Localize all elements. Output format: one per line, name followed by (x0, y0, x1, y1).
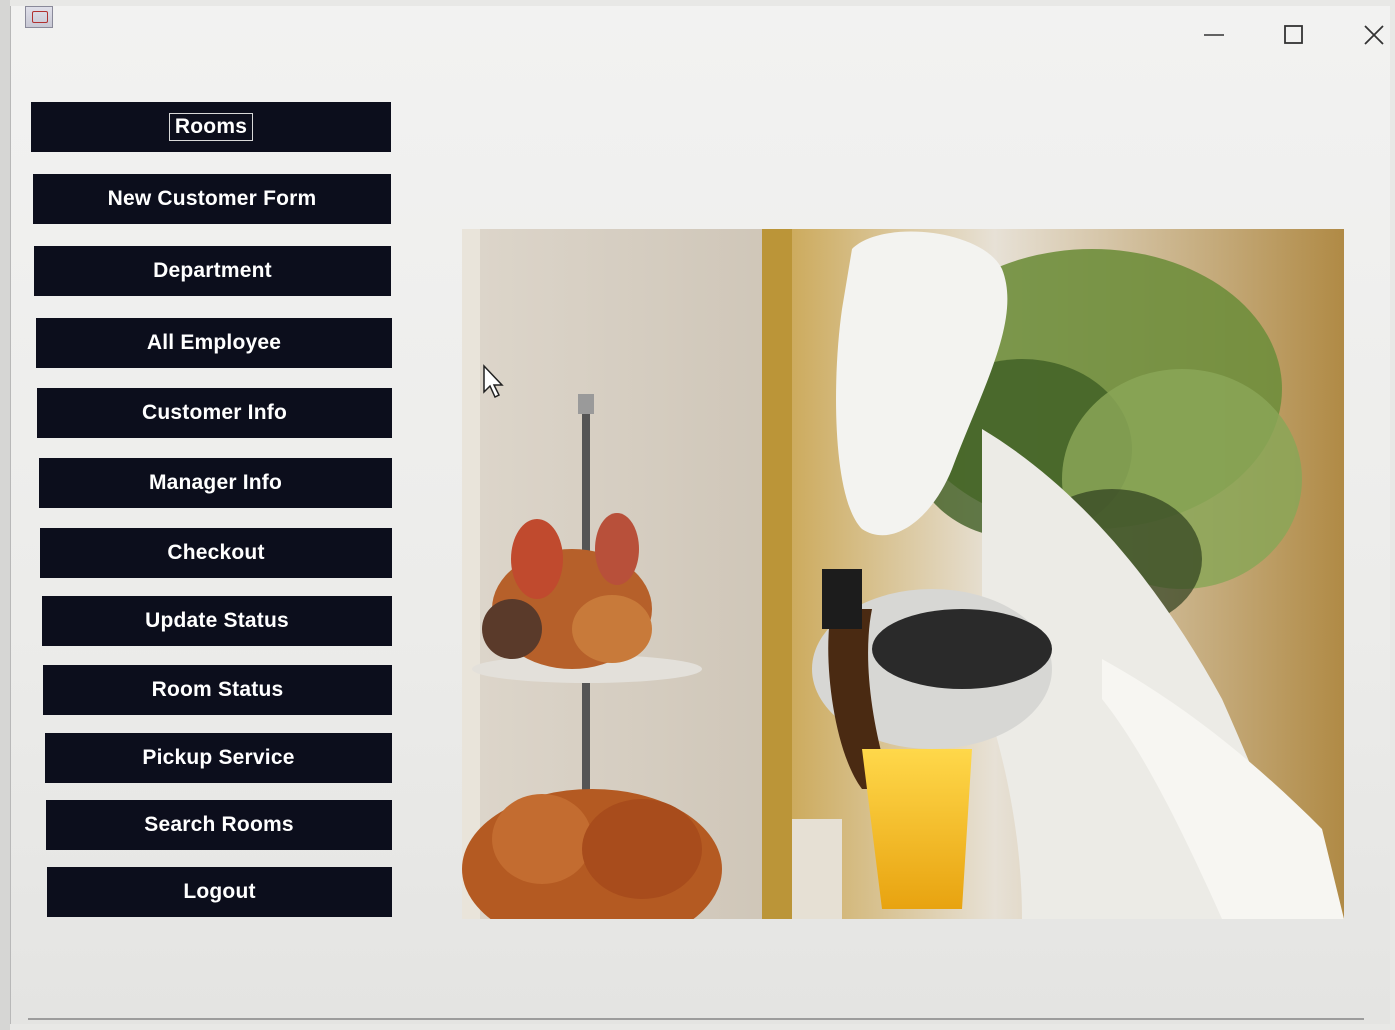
search-rooms-label: Search Rooms (144, 813, 294, 836)
room-status-button[interactable]: Room Status (43, 665, 392, 715)
pickup-service-button[interactable]: Pickup Service (45, 733, 392, 783)
checkout-label: Checkout (167, 541, 265, 564)
new-customer-form-button[interactable]: New Customer Form (33, 174, 391, 224)
search-rooms-button[interactable]: Search Rooms (46, 800, 392, 850)
background-edge (0, 0, 10, 1030)
rooms-button-label: Rooms (168, 113, 254, 141)
hotel-breakfast-image (462, 229, 1344, 919)
close-icon (1364, 25, 1384, 45)
maximize-icon (1284, 25, 1303, 44)
update-status-label: Update Status (145, 609, 289, 632)
maximize-button[interactable] (1274, 18, 1314, 52)
pickup-service-label: Pickup Service (142, 746, 295, 769)
java-app-icon (25, 6, 53, 28)
manager-info-button[interactable]: Manager Info (39, 458, 392, 508)
manager-info-label: Manager Info (148, 471, 283, 494)
checkout-button[interactable]: Checkout (40, 528, 392, 578)
department-label: Department (153, 259, 272, 282)
minimize-icon (1204, 34, 1224, 36)
close-button[interactable] (1354, 18, 1394, 52)
all-employee-label: All Employee (146, 331, 282, 354)
customer-info-label: Customer Info (142, 401, 287, 424)
department-button[interactable]: Department (34, 246, 391, 296)
new-customer-form-label: New Customer Form (107, 187, 317, 210)
window-bottom-edge (28, 1018, 1364, 1020)
logout-label: Logout (183, 880, 256, 903)
all-employee-button[interactable]: All Employee (36, 318, 392, 368)
minimize-button[interactable] (1194, 18, 1234, 52)
rooms-button[interactable]: Rooms (31, 102, 391, 152)
room-status-label: Room Status (151, 678, 284, 701)
update-status-button[interactable]: Update Status (42, 596, 392, 646)
logout-button[interactable]: Logout (47, 867, 392, 917)
customer-info-button[interactable]: Customer Info (37, 388, 392, 438)
